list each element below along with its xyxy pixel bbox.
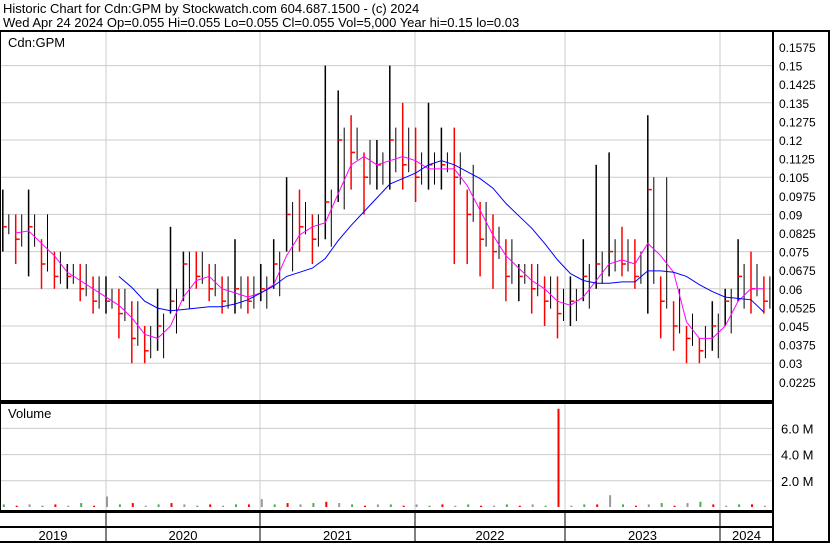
volume-tick-label: 2.0 M — [781, 474, 814, 489]
y-tick-label: 0.09 — [779, 208, 803, 222]
chart-title: Historic Chart for Cdn:GPM by Stockwatch… — [3, 1, 420, 16]
volume-bar — [531, 504, 534, 507]
volume-bar — [106, 496, 108, 507]
volume-bar — [660, 503, 663, 507]
y-tick-label: 0.045 — [779, 320, 809, 334]
volume-bar — [725, 505, 728, 507]
volume-bar — [505, 504, 508, 507]
volume-bar — [209, 504, 212, 507]
year-label: 2021 — [323, 528, 352, 543]
volume-bar — [763, 505, 766, 507]
y-tick-label: 0.0225 — [779, 376, 816, 390]
volume-bar — [609, 495, 612, 507]
price-panel-label: Cdn:GPM — [8, 35, 65, 50]
volume-bar — [222, 505, 225, 507]
volume-bar — [41, 505, 44, 507]
chart-window: Historic Chart for Cdn:GPM by Stockwatch… — [0, 0, 830, 543]
volume-bar — [28, 504, 31, 507]
volume-bar — [493, 505, 495, 507]
volume-bar — [376, 504, 379, 507]
y-tick-label: 0.12 — [779, 134, 803, 148]
quote-summary: Wed Apr 24 2024 Op=0.055 Hi=0.055 Lo=0.0… — [3, 15, 520, 30]
volume-bar — [751, 504, 753, 507]
y-tick-label: 0.1275 — [779, 115, 816, 129]
y-tick-label: 0.06 — [779, 283, 803, 297]
volume-bar — [544, 505, 547, 507]
volume-bar — [247, 504, 250, 507]
year-label: 2023 — [628, 528, 657, 543]
price-volume-chart: Cdn:GPM Volume 0.1575 0.15 0.1425 0.135 0.12… — [0, 30, 830, 543]
y-tick-label: 0.135 — [779, 97, 809, 111]
volume-bar — [480, 505, 483, 507]
volume-bar — [325, 501, 328, 507]
volume-bar — [286, 503, 289, 507]
volume-bar — [2, 504, 5, 507]
volume-bar — [441, 504, 444, 507]
y-tick-label: 0.1125 — [779, 153, 815, 167]
volume-bar — [15, 505, 18, 507]
volume-bar — [118, 504, 121, 507]
y-tick-label: 0.075 — [779, 246, 809, 260]
volume-bar — [634, 505, 637, 507]
volume-bar — [738, 504, 741, 507]
volume-bar — [583, 504, 586, 507]
volume-bar — [699, 501, 702, 507]
volume-tick-label: 6.0 M — [781, 421, 814, 436]
volume-bar — [170, 503, 173, 507]
volume-bar — [570, 505, 573, 507]
volume-bar — [196, 505, 199, 507]
volume-bar — [338, 503, 341, 507]
volume-bar — [673, 505, 676, 507]
y-tick-label: 0.105 — [779, 171, 809, 185]
volume-tick-label: 4.0 M — [781, 448, 814, 463]
volume-bar — [131, 503, 134, 507]
volume-bar — [93, 505, 96, 507]
volume-panel-label: Volume — [8, 406, 51, 421]
year-label: 2019 — [39, 528, 68, 543]
volume-bar — [351, 504, 354, 507]
volume-bar — [312, 503, 315, 507]
volume-bar — [557, 408, 560, 507]
year-label: 2024 — [732, 528, 761, 543]
volume-bar — [67, 505, 70, 507]
volume-bar — [712, 504, 715, 507]
y-tick-label: 0.15 — [779, 60, 803, 74]
volume-bar — [54, 504, 57, 507]
volume-bar — [260, 499, 263, 507]
volume-bar — [454, 505, 457, 507]
volume-bar — [299, 504, 302, 507]
volume-bar — [596, 504, 599, 507]
year-label: 2022 — [476, 528, 505, 543]
y-tick-label: 0.03 — [779, 357, 803, 371]
volume-bar — [183, 504, 186, 507]
volume-bar — [144, 505, 147, 507]
y-tick-label: 0.1575 — [779, 41, 816, 55]
y-tick-label: 0.0525 — [779, 301, 816, 315]
volume-bar — [157, 504, 160, 507]
y-tick-label: 0.0675 — [779, 264, 816, 278]
volume-bar — [647, 504, 650, 507]
year-label: 2020 — [169, 528, 198, 543]
volume-bar — [467, 504, 470, 507]
volume-bar — [80, 503, 83, 507]
y-tick-label: 0.0825 — [779, 227, 816, 241]
y-tick-label: 0.0975 — [779, 190, 816, 204]
volume-bar — [389, 504, 392, 507]
volume-bar — [518, 505, 521, 507]
volume-bar — [235, 504, 237, 507]
volume-bar — [415, 504, 418, 507]
volume-bar — [428, 505, 431, 507]
y-tick-label: 0.0375 — [779, 339, 816, 353]
volume-bar — [622, 504, 624, 507]
volume-bar — [273, 504, 276, 507]
y-tick-label: 0.1425 — [779, 78, 816, 92]
volume-bar — [402, 505, 405, 507]
volume-bar — [686, 503, 689, 507]
volume-bar — [364, 505, 366, 507]
